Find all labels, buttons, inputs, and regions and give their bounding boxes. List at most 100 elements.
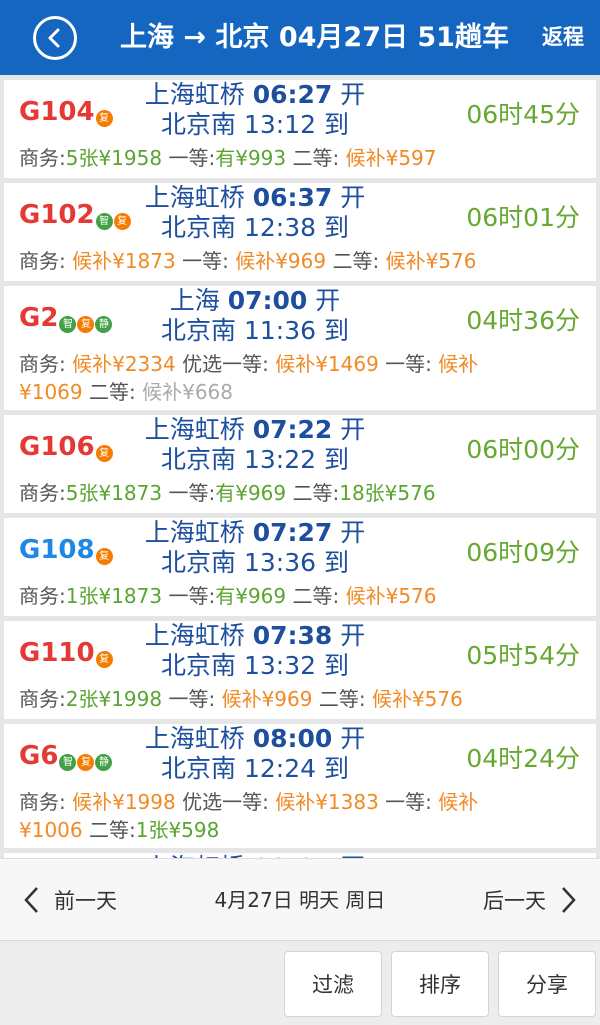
seat-class-label: 二等:: [82, 818, 136, 842]
seat-line: 商务:5张¥1958 一等:有¥993 二等: 候补¥597: [19, 144, 556, 172]
seat-availability: 商务: 候补¥1873 一等: 候补¥969 二等: 候补¥576: [19, 247, 556, 275]
train-feature-badge: 复: [95, 110, 113, 127]
train-number: G102 智复: [19, 199, 131, 230]
arrival-station: 北京南: [161, 110, 237, 139]
departure-suffix: 开: [340, 80, 366, 109]
arrival-time: 13:12: [243, 110, 317, 139]
seat-class-label: 二等:: [312, 687, 366, 711]
seat-class-label: 一等:: [162, 146, 216, 170]
seat-class-label: 一等:: [175, 249, 229, 273]
seat-value: 18张¥576: [339, 481, 436, 505]
seat-value: 候补¥969: [215, 687, 313, 711]
train-card[interactable]: G102 智复上海虹桥 06:37 开北京南 12:38 到 06时01分 商务: 候…: [4, 183, 596, 281]
seat-line: 商务:1张¥1873 一等:有¥969 二等: 候补¥576: [19, 582, 556, 610]
train-card[interactable]: G104 复上海虹桥 06:27 开北京南 13:12 到 06时45分 商务:5张¥…: [4, 80, 596, 178]
arrival-time: 12:38: [243, 213, 317, 242]
arrival-line: 北京南 13:12 到: [115, 110, 395, 140]
seat-value: 候补¥668: [135, 380, 233, 404]
seat-class-label: 二等:: [286, 146, 340, 170]
train-number: G104 复: [19, 96, 113, 127]
seat-class-label: 一等:: [378, 790, 432, 814]
chevron-right-icon: [562, 887, 576, 913]
departure-suffix: 开: [340, 724, 366, 753]
train-card[interactable]: G108 复上海虹桥 07:27 开北京南 13:36 到 06时09分 商务:1张¥…: [4, 518, 596, 616]
next-day-button[interactable]: 后一天: [483, 859, 578, 941]
departure-line: 上海 07:00 开: [115, 286, 395, 316]
seat-availability: 商务:2张¥1998 一等: 候补¥969 二等: 候补¥576: [19, 685, 556, 713]
arrival-suffix: 到: [323, 213, 349, 242]
seat-value: ¥1069: [19, 380, 83, 404]
train-list[interactable]: G104 复上海虹桥 06:27 开北京南 13:12 到 06时45分 商务:5张¥…: [0, 75, 600, 858]
date-navigation: 前一天 4月27日 明天 周日 后一天: [0, 858, 600, 940]
train-feature-badge: 复: [77, 754, 95, 771]
arrival-line: 北京南 11:36 到: [115, 316, 395, 346]
train-card[interactable]: G110 复上海虹桥 07:38 开北京南 13:32 到 05时54分 商务:2张¥…: [4, 621, 596, 719]
seat-value: 5张¥1873: [65, 481, 163, 505]
seat-class-label: 二等:: [326, 249, 380, 273]
seat-availability: 商务: 候补¥1998 优选一等: 候补¥1383 一等: 候补 ¥1006 二等…: [19, 788, 556, 844]
departure-suffix: 开: [340, 518, 366, 547]
train-times: 上海虹桥 08:00 开北京南 12:24 到: [115, 724, 395, 784]
seat-value: 候补¥576: [379, 249, 477, 273]
train-number-text: G106: [19, 431, 95, 462]
arrival-suffix: 到: [323, 445, 349, 474]
share-button[interactable]: 分享: [498, 951, 596, 1017]
arrival-station: 北京南: [161, 651, 237, 680]
seat-line: 商务:5张¥1873 一等:有¥969 二等:18张¥576: [19, 479, 556, 507]
arrival-suffix: 到: [323, 110, 349, 139]
train-card[interactable]: G106 复上海虹桥 07:22 开北京南 13:22 到 06时00分 商务:5张¥…: [4, 415, 596, 513]
seat-class-label: 一等:: [378, 352, 432, 376]
bottom-toolbar: 过滤 排序 分享: [0, 940, 600, 1025]
departure-line: 上海虹桥 08:00 开: [115, 724, 395, 754]
arrival-line: 北京南 13:36 到: [115, 548, 395, 578]
train-card[interactable]: G6 智复静上海虹桥 08:00 开北京南 12:24 到 04时24分 商务: 候补…: [4, 724, 596, 848]
arrival-station: 北京南: [161, 213, 237, 242]
train-times: 上海 07:00 开北京南 11:36 到: [115, 286, 395, 346]
arrival-time: 13:32: [243, 651, 317, 680]
departure-time: 07:22: [252, 415, 333, 444]
departure-time: 07:00: [227, 286, 308, 315]
filter-button[interactable]: 过滤: [284, 951, 382, 1017]
departure-station: 上海虹桥: [144, 80, 245, 109]
arrival-station: 北京南: [161, 445, 237, 474]
seat-class-label: 商务:: [19, 146, 66, 170]
chevron-left-icon: [48, 28, 60, 48]
return-trip-button[interactable]: 返程: [542, 0, 584, 75]
departure-suffix: 开: [340, 415, 366, 444]
seat-line: 商务: 候补¥2334 优选一等: 候补¥1469 一等: 候补: [19, 350, 556, 378]
train-feature-badge: 静: [95, 754, 113, 771]
travel-duration: 05时54分: [466, 641, 580, 670]
seat-availability: 商务: 候补¥2334 优选一等: 候补¥1469 一等: 候补 ¥1069 二等…: [19, 350, 556, 406]
arrival-station: 北京南: [161, 548, 237, 577]
seat-class-label: 二等:: [286, 584, 340, 608]
arrival-station: 北京南: [161, 316, 237, 345]
train-number: G110 复: [19, 637, 113, 668]
departure-line: 上海虹桥 06:27 开: [115, 80, 395, 110]
departure-station: 上海: [169, 286, 220, 315]
arrival-suffix: 到: [323, 548, 349, 577]
train-number-text: G2: [19, 302, 59, 333]
arrival-line: 北京南 13:22 到: [115, 445, 395, 475]
train-times: 上海虹桥 06:27 开北京南 13:12 到: [115, 80, 395, 140]
train-number: G106 复: [19, 431, 113, 462]
departure-suffix: 开: [340, 183, 366, 212]
seat-value: 1张¥1873: [65, 584, 163, 608]
seat-value: 有¥993: [215, 146, 287, 170]
arrival-time: 13:36: [243, 548, 317, 577]
departure-station: 上海虹桥: [144, 415, 245, 444]
back-button[interactable]: [33, 16, 77, 60]
departure-time: 06:27: [252, 80, 333, 109]
seat-class-label: 二等:: [82, 380, 136, 404]
departure-suffix: 开: [340, 621, 366, 650]
sort-button[interactable]: 排序: [391, 951, 489, 1017]
seat-class-label: 商务:: [19, 687, 66, 711]
departure-time: 07:27: [252, 518, 333, 547]
arrival-suffix: 到: [323, 316, 349, 345]
train-card[interactable]: G2 智复静上海 07:00 开北京南 11:36 到 04时36分 商务: 候补¥2…: [4, 286, 596, 410]
seat-class-label: 优选一等:: [175, 790, 269, 814]
seat-class-label: 商务:: [19, 249, 66, 273]
train-times: 上海虹桥 07:22 开北京南 13:22 到: [115, 415, 395, 475]
seat-value: 1张¥598: [135, 818, 220, 842]
departure-time: 07:38: [252, 621, 333, 650]
departure-time: 08:00: [252, 724, 333, 753]
